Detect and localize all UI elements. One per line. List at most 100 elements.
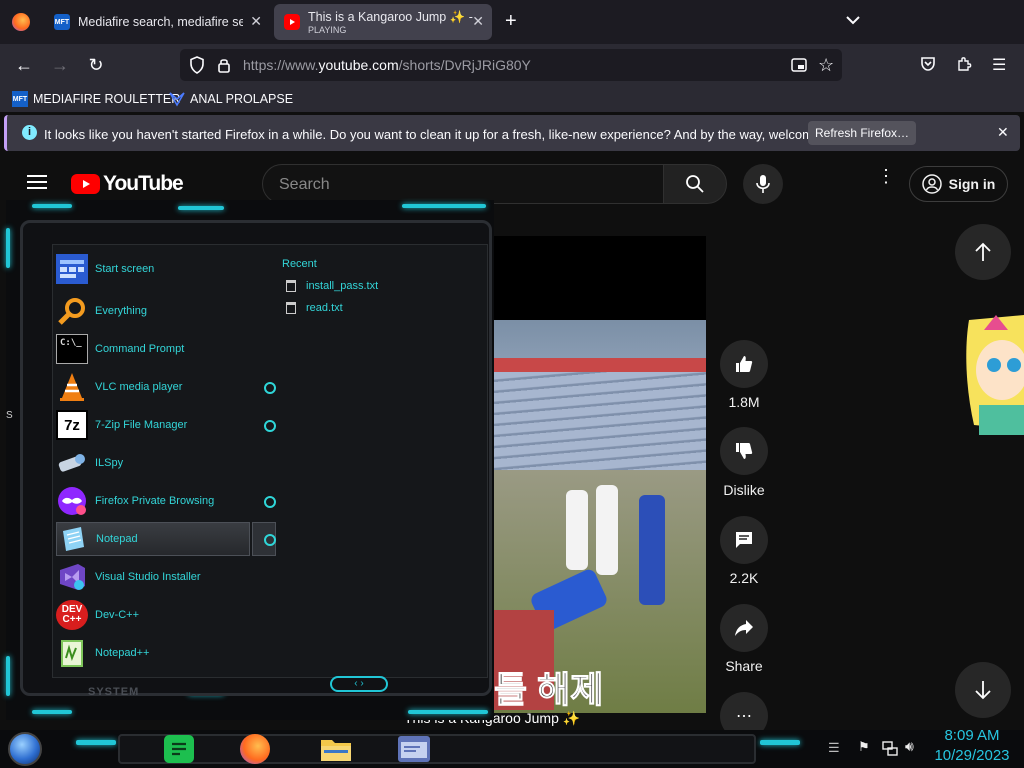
- mediafire-favicon-icon: MFT: [54, 14, 70, 30]
- tab-strip: MFT Mediafire search, mediafire search e…: [0, 0, 1024, 44]
- url-path: /shorts/DvRjJRiG80Y: [398, 57, 531, 73]
- app-menu-icon[interactable]: ☰: [992, 55, 1006, 75]
- url-text[interactable]: https://www.youtube.com/shorts/DvRjJRiG8…: [243, 57, 531, 73]
- pocket-icon[interactable]: [920, 56, 936, 77]
- bookmark-anal-prolapse[interactable]: ANAL PROLAPSE: [169, 91, 293, 107]
- tracking-shield-icon[interactable]: [189, 56, 205, 79]
- network-icon[interactable]: [882, 740, 898, 761]
- menu-item-label: Visual Studio Installer: [95, 571, 201, 583]
- reload-button[interactable]: ↻: [83, 52, 109, 78]
- more-options-icon[interactable]: ⋮: [877, 167, 895, 185]
- voice-search-button[interactable]: [743, 164, 783, 204]
- url-domain: youtube.com: [318, 57, 399, 73]
- list-tabs-chevron-icon[interactable]: [846, 12, 860, 30]
- clock-time[interactable]: 8:09 AM: [940, 727, 1004, 744]
- recent-file-name: read.txt: [306, 302, 343, 314]
- vlc-icon: [56, 372, 88, 402]
- refresh-notification-bar: i It looks like you haven't started Fire…: [4, 115, 1020, 151]
- menu-item-label: Notepad++: [95, 647, 150, 659]
- pin-icon[interactable]: [264, 496, 276, 508]
- firefox-menu-icon[interactable]: [12, 13, 30, 31]
- close-notification-icon[interactable]: ✕: [997, 124, 1009, 141]
- navigation-toolbar: ← → ↻ https://www.youtube.com/shorts/DvR…: [0, 44, 1024, 86]
- menu-item-label: Everything: [95, 305, 147, 317]
- microphone-icon: [756, 175, 770, 193]
- forward-button[interactable]: →: [47, 52, 73, 78]
- bookmark-star-icon[interactable]: ☆: [818, 55, 834, 76]
- menu-item-label: Notepad: [96, 533, 138, 545]
- taskbar-firefox-icon[interactable]: [240, 734, 270, 764]
- menu-item-everything[interactable]: Everything: [56, 294, 286, 328]
- recent-file[interactable]: read.txt: [286, 302, 343, 314]
- menu-item-7zip[interactable]: 7z 7-Zip File Manager: [56, 408, 286, 442]
- recent-file[interactable]: install_pass.txt: [286, 280, 378, 292]
- notepad-icon: [57, 524, 89, 554]
- start-button[interactable]: [8, 732, 42, 766]
- taskbar-notes-app-icon[interactable]: [164, 735, 194, 763]
- dislike-button[interactable]: [720, 427, 768, 475]
- tab-youtube[interactable]: This is a Kangaroo Jump ✨ - YouTube PLAY…: [274, 4, 492, 40]
- menu-item-label: Dev-C++: [95, 609, 140, 621]
- volume-icon[interactable]: 🔊︎: [905, 738, 914, 755]
- menu-item-start-screen[interactable]: Start screen: [56, 252, 286, 286]
- pin-icon[interactable]: [264, 534, 276, 546]
- action-center-icon[interactable]: ☰: [828, 740, 840, 756]
- search-input[interactable]: Search: [262, 164, 664, 204]
- share-button[interactable]: [720, 604, 768, 652]
- menu-item-ilspy[interactable]: ILSpy: [56, 446, 286, 480]
- previous-video-button[interactable]: [955, 224, 1011, 280]
- next-video-button[interactable]: [955, 662, 1011, 718]
- search-icon: [686, 175, 704, 193]
- picture-in-picture-icon[interactable]: [791, 57, 807, 78]
- refresh-firefox-button[interactable]: Refresh Firefox…: [808, 121, 916, 145]
- bookmark-mediafire-rouletter[interactable]: MFT MEDIAFIRE ROULETTER: [12, 91, 180, 107]
- info-icon: i: [22, 125, 37, 140]
- menu-item-firefox-private[interactable]: Firefox Private Browsing: [56, 484, 286, 518]
- back-button[interactable]: ←: [11, 52, 37, 78]
- search-button[interactable]: [663, 164, 727, 204]
- menu-item-command-prompt[interactable]: C:\_ Command Prompt: [56, 332, 286, 366]
- url-prefix: https://www.: [243, 57, 319, 73]
- recent-file-name: install_pass.txt: [306, 280, 379, 292]
- flag-icon[interactable]: ⚑: [858, 739, 870, 755]
- text-file-icon: [286, 302, 296, 314]
- comment-count: 2.2K: [729, 570, 759, 586]
- clock-date[interactable]: 10/29/2023: [930, 747, 1014, 764]
- search-icon: [56, 296, 88, 326]
- guide-menu-icon[interactable]: [27, 174, 47, 195]
- private-browsing-icon: [56, 486, 88, 516]
- menu-item-vlc-media-player[interactable]: VLC media player: [56, 370, 286, 404]
- address-bar[interactable]: https://www.youtube.com/shorts/DvRjJRiG8…: [180, 49, 842, 81]
- tab-title: Mediafire search, mediafire search engin…: [78, 15, 243, 29]
- start-menu-power-button[interactable]: ‹ ›: [330, 676, 388, 692]
- start-menu-side-letter: S: [6, 410, 13, 421]
- like-button[interactable]: [720, 340, 768, 388]
- taskbar-window-icon[interactable]: [398, 736, 430, 762]
- new-tab-button[interactable]: +: [505, 10, 517, 33]
- menu-item-dev-cpp[interactable]: DEV C++ Dev-C++: [56, 598, 286, 632]
- menu-item-visual-studio-installer[interactable]: Visual Studio Installer: [56, 560, 286, 594]
- close-tab-icon[interactable]: ✕: [472, 13, 484, 30]
- taskbar-file-explorer-icon[interactable]: [320, 736, 352, 762]
- arrow-down-icon: [975, 681, 991, 700]
- close-tab-icon[interactable]: ✕: [250, 13, 262, 30]
- recent-heading: Recent: [282, 258, 317, 270]
- pin-icon[interactable]: [264, 420, 276, 432]
- thumbs-down-icon: [736, 443, 753, 459]
- menu-item-notepad-plus-plus[interactable]: Notepad++: [56, 636, 286, 670]
- shorts-video-player[interactable]: 틀 해제: [494, 236, 706, 713]
- extensions-icon[interactable]: [956, 56, 972, 77]
- pin-icon[interactable]: [264, 382, 276, 394]
- taskbar: ☰ ⚑ 🔊︎ 8:09 AM 10/29/2023: [0, 727, 1024, 768]
- sign-in-button[interactable]: Sign in: [909, 166, 1008, 202]
- bookmark-label: MEDIAFIRE ROULETTER: [33, 92, 181, 106]
- menu-item-notepad[interactable]: Notepad: [56, 522, 250, 556]
- youtube-logo[interactable]: YouTube: [71, 172, 184, 196]
- lock-icon[interactable]: [217, 57, 231, 78]
- mediafire-favicon-icon: MFT: [12, 91, 28, 107]
- ilspy-icon: [56, 448, 88, 478]
- comments-button[interactable]: [720, 516, 768, 564]
- youtube-play-icon: [71, 174, 100, 194]
- thumbs-up-icon: [736, 356, 753, 372]
- tab-mediafire[interactable]: MFT Mediafire search, mediafire search e…: [44, 4, 270, 40]
